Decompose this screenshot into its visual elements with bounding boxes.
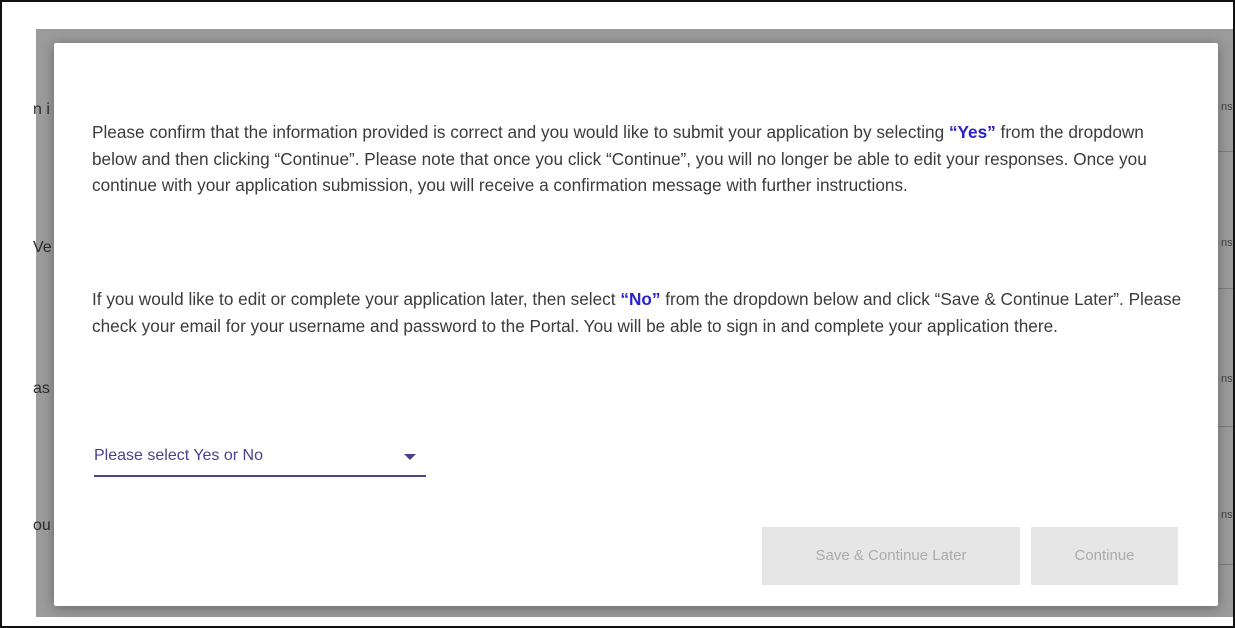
caret-down-icon (404, 454, 416, 460)
background-divider (1218, 151, 1233, 152)
background-text-fragment: ou (33, 517, 51, 534)
background-text-fragment: Ve (33, 239, 52, 256)
background-divider (1218, 288, 1233, 289)
background-divider (1218, 426, 1233, 427)
confirm-instructions-text: Please confirm that the information prov… (92, 122, 1147, 195)
background-text-fragment: as (33, 380, 50, 397)
background-text-fragment: ns (1221, 373, 1233, 385)
screen-frame: n i Ve as ou ns ns ns ns Please confirm … (0, 0, 1235, 628)
continue-button[interactable]: Continue (1031, 527, 1178, 585)
no-highlight: “No” (620, 289, 661, 309)
submit-confirmation-dialog: Please confirm that the information prov… (54, 43, 1218, 606)
yes-no-select[interactable]: Please select Yes or No (94, 441, 426, 477)
background-text-fragment: ns (1221, 101, 1233, 113)
select-value: Please select Yes or No (94, 447, 263, 464)
save-continue-later-button[interactable]: Save & Continue Later (762, 527, 1020, 585)
background-divider (1218, 564, 1233, 565)
yes-highlight: “Yes” (948, 122, 996, 142)
background-text-fragment: n i (33, 101, 50, 118)
background-text-fragment: ns (1221, 509, 1233, 521)
background-text-fragment: ns (1221, 237, 1233, 249)
save-later-instructions-text: If you would like to edit or complete yo… (92, 289, 1182, 336)
